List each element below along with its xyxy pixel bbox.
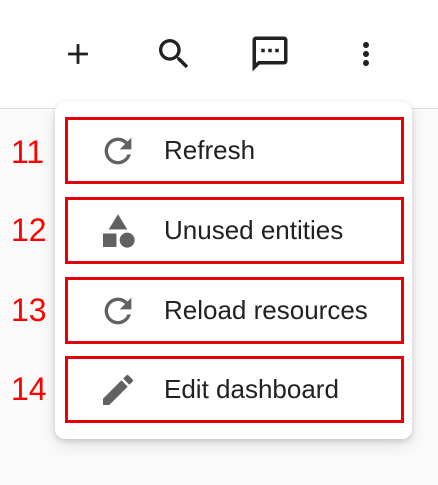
top-toolbar	[0, 0, 438, 109]
more-options-button[interactable]	[342, 30, 390, 78]
add-button[interactable]	[54, 30, 102, 78]
annotation-number: 14	[11, 371, 47, 407]
annotation-number: 12	[11, 212, 47, 248]
annotation-number: 13	[11, 292, 47, 328]
menu-item-label: Unused entities	[164, 215, 344, 245]
chat-icon	[252, 36, 288, 72]
menu-item-refresh[interactable]: Refresh	[65, 117, 404, 184]
refresh-icon	[98, 131, 138, 171]
search-icon	[159, 39, 189, 69]
refresh-icon	[98, 291, 138, 331]
shapes-icon	[98, 211, 138, 251]
menu-item-reload-resources[interactable]: Reload resources	[65, 277, 404, 344]
menu-item-unused-entities[interactable]: Unused entities	[65, 197, 404, 264]
menu-item-edit-dashboard[interactable]: Edit dashboard	[65, 356, 404, 423]
pencil-icon	[98, 370, 138, 410]
more-vertical-icon	[363, 42, 369, 66]
annotation-number: 11	[11, 134, 45, 170]
menu-item-label: Reload resources	[164, 295, 368, 325]
chat-button[interactable]	[246, 30, 294, 78]
menu-item-label: Edit dashboard	[164, 374, 339, 404]
menu-item-label: Refresh	[164, 135, 256, 165]
search-button[interactable]	[150, 30, 198, 78]
plus-icon	[68, 44, 88, 64]
